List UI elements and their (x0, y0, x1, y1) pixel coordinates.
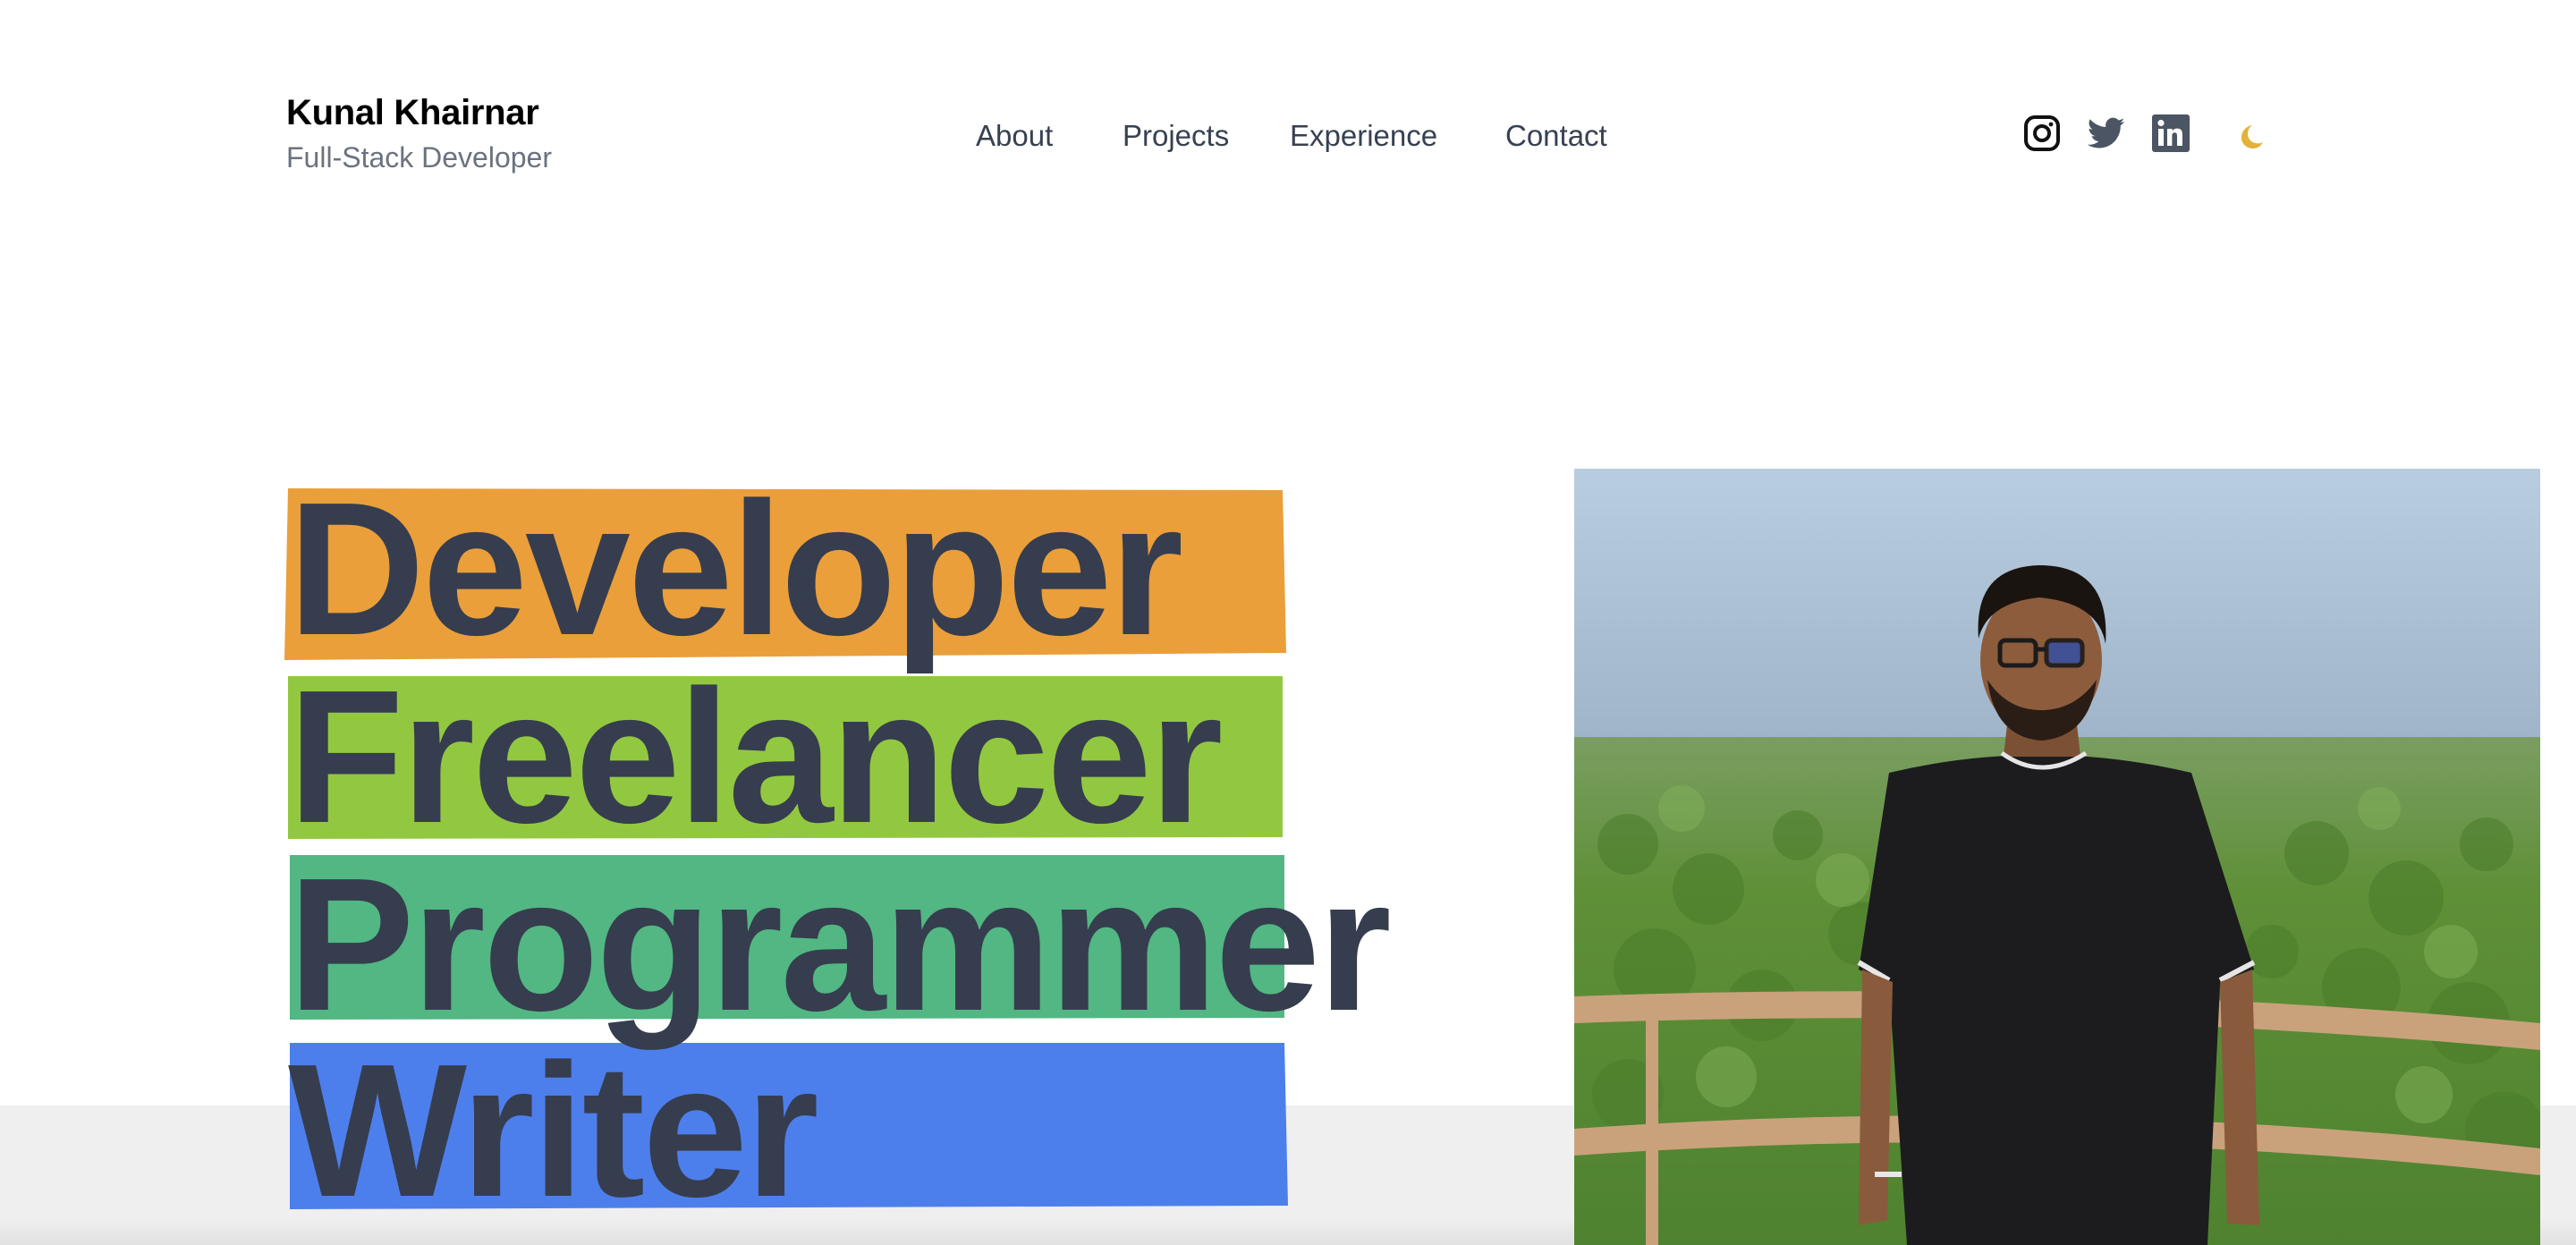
moon-icon[interactable] (2238, 123, 2265, 150)
twitter-icon[interactable] (2088, 116, 2125, 150)
page: Kunal Khairnar Full-Stack Developer Abou… (0, 0, 2576, 1245)
linkedin-icon[interactable] (2152, 114, 2190, 152)
nav-contact[interactable]: Contact (1505, 114, 1607, 157)
hero-word-writer: Writer (288, 1024, 819, 1236)
hero-word-freelancer: Freelancer (288, 650, 1223, 862)
hero-word-developer: Developer (288, 462, 1183, 674)
profile-photo-illustration (1574, 469, 2540, 1245)
hero-word-programmer: Programmer (288, 838, 1392, 1050)
instagram-icon[interactable] (2023, 114, 2061, 152)
profile-photo (1574, 469, 2540, 1245)
